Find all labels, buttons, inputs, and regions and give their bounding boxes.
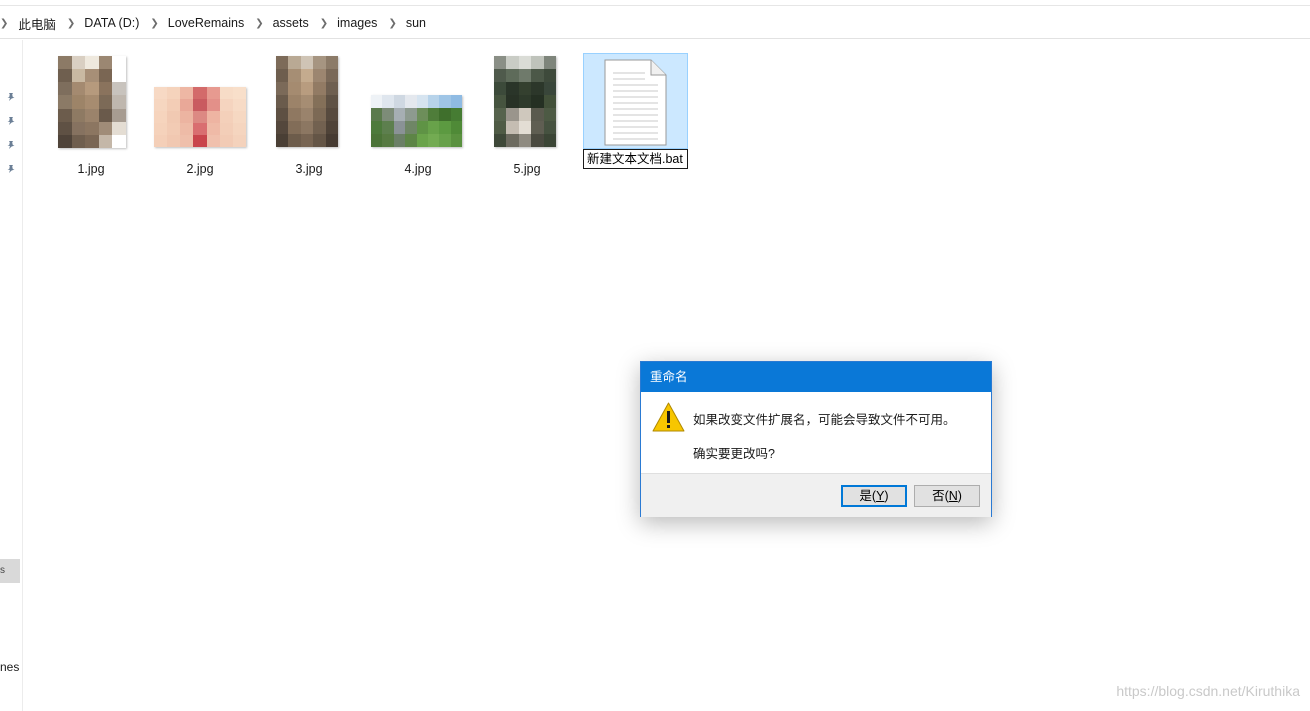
file-item-5[interactable]: 5.jpg bbox=[472, 50, 582, 180]
file-item-3[interactable]: 3.jpg bbox=[254, 50, 364, 180]
no-access-key: N bbox=[948, 489, 958, 503]
breadcrumb: ❯ 此电脑 ❯ DATA (D:) ❯ LoveRemains ❯ assets… bbox=[0, 8, 435, 38]
no-button[interactable]: 否(N) bbox=[914, 485, 980, 507]
chevron-right-icon[interactable]: ❯ bbox=[0, 18, 18, 29]
chevron-right-icon[interactable]: ❯ bbox=[65, 18, 84, 29]
dialog-body: 如果改变文件扩展名，可能会导致文件不可用。 确实要更改吗? bbox=[641, 392, 991, 473]
rename-dialog: 重命名 如果改变文件扩展名，可能会导致文件不可用。 确实要更改吗? 是(Y) 否… bbox=[640, 361, 992, 517]
file-name: 1.jpg bbox=[77, 162, 105, 176]
file-item-4[interactable]: 4.jpg bbox=[363, 50, 473, 180]
address-bar[interactable]: ❯ 此电脑 ❯ DATA (D:) ❯ LoveRemains ❯ assets… bbox=[0, 8, 1310, 39]
chevron-right-icon[interactable]: ❯ bbox=[148, 18, 167, 29]
nav-item-label[interactable]: nes bbox=[0, 660, 19, 674]
no-label-end: ) bbox=[957, 489, 962, 503]
chevron-right-icon[interactable]: ❯ bbox=[253, 18, 272, 29]
file-name: 2.jpg bbox=[186, 162, 214, 176]
pin-icon[interactable] bbox=[6, 92, 16, 102]
image-thumbnail bbox=[494, 56, 556, 147]
breadcrumb-item-loveremains[interactable]: LoveRemains bbox=[168, 16, 253, 30]
file-item-bat[interactable]: 新建文本文档.bat bbox=[583, 53, 688, 171]
pin-icon[interactable] bbox=[6, 116, 16, 126]
breadcrumb-item-sun[interactable]: sun bbox=[406, 16, 435, 30]
image-thumbnail bbox=[154, 87, 246, 147]
selection-highlight bbox=[583, 53, 688, 149]
window-top-edge bbox=[0, 0, 1310, 6]
file-name: 4.jpg bbox=[404, 162, 432, 176]
image-thumbnail bbox=[276, 56, 338, 147]
no-label: 否( bbox=[932, 489, 949, 503]
pin-icon[interactable] bbox=[6, 164, 16, 174]
yes-label-end: ) bbox=[884, 489, 889, 503]
file-item-2[interactable]: 2.jpg bbox=[145, 50, 255, 180]
chevron-right-icon[interactable]: ❯ bbox=[318, 18, 337, 29]
watermark: https://blog.csdn.net/Kiruthika bbox=[1116, 683, 1300, 699]
dialog-footer: 是(Y) 否(N) bbox=[641, 473, 991, 517]
dialog-message-confirm: 确实要更改吗? bbox=[693, 447, 775, 461]
yes-label: 是( bbox=[859, 489, 877, 503]
rename-input[interactable]: 新建文本文档.bat bbox=[583, 149, 688, 169]
image-thumbnail bbox=[58, 56, 126, 148]
yes-button[interactable]: 是(Y) bbox=[841, 485, 907, 507]
file-name: 5.jpg bbox=[513, 162, 541, 176]
image-thumbnail bbox=[371, 95, 462, 147]
file-name: 3.jpg bbox=[295, 162, 323, 176]
dialog-message-warning: 如果改变文件扩展名，可能会导致文件不可用。 bbox=[693, 413, 956, 427]
pin-icon[interactable] bbox=[6, 140, 16, 150]
dialog-title[interactable]: 重命名 bbox=[641, 362, 991, 392]
nav-selected-item[interactable]: s bbox=[0, 559, 20, 583]
document-icon bbox=[604, 59, 667, 146]
warning-icon bbox=[652, 402, 685, 432]
breadcrumb-item-images[interactable]: images bbox=[337, 16, 386, 30]
navigation-pane: s nes bbox=[0, 40, 23, 711]
breadcrumb-item-data-drive[interactable]: DATA (D:) bbox=[84, 16, 148, 30]
file-item-1[interactable]: 1.jpg bbox=[36, 50, 146, 180]
breadcrumb-item-assets[interactable]: assets bbox=[273, 16, 318, 30]
breadcrumb-item-this-pc[interactable]: 此电脑 bbox=[18, 14, 65, 33]
chevron-right-icon[interactable]: ❯ bbox=[386, 18, 405, 29]
